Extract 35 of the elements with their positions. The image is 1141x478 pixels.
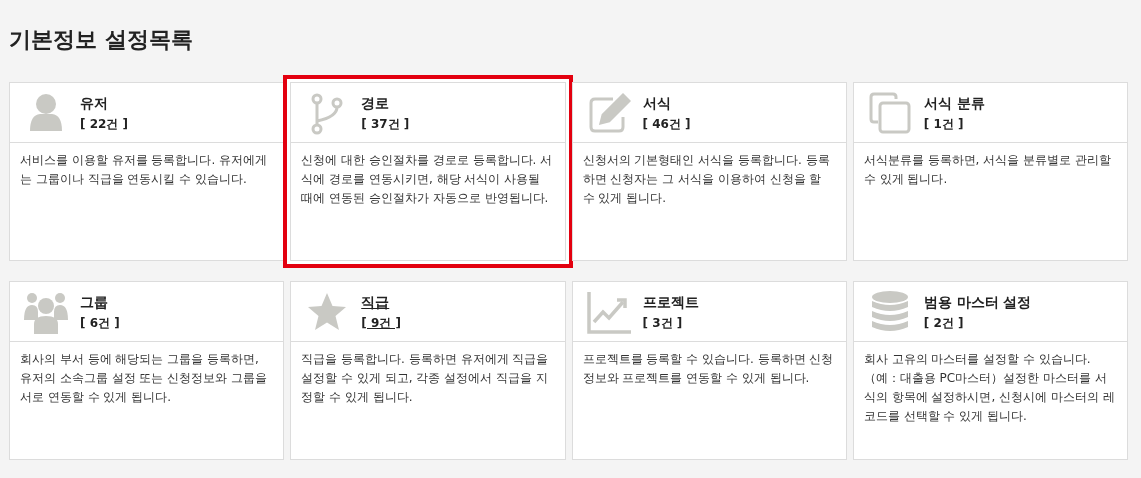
chart-icon [586, 289, 631, 334]
card-description: 서비스를 이용할 유저를 등록합니다. 유저에게는 그룹이나 직급을 연동시킬 수 있습니다. [19, 152, 269, 188]
item-count: [ 9건 ] [361, 314, 401, 331]
card-title: 서식 [642, 93, 672, 112]
card-title: 유저 [80, 93, 109, 112]
card-title: 직급 [361, 292, 391, 311]
card-description: 회사 고유의 마스터를 설정할 수 있습니다.（예：대출용 PC마스터）설정한 마스터를 서식의 항목에 설정하시면, 신청시에 마스터의 레코드를 선택할 수 있게 됩니다. [862, 351, 1116, 425]
copy-icon [867, 90, 912, 135]
card-title: 서식 분류 [923, 93, 985, 112]
item-count: [ 46건 ] [642, 115, 691, 132]
item-count: [ 1건 ] [923, 115, 965, 132]
item-count: [ 22건 ] [80, 115, 129, 132]
item-count: [ 3건 ] [642, 314, 684, 331]
setting-card[interactable]: 서식 [ 46건 ] 신청서의 기본형태인 서식을 등록합니다. 등록하면 신청자는 그 서식을 이용하여 신청을 할 수 있게 됩니다. [571, 82, 847, 261]
item-count: [ 2건 ] [923, 314, 965, 331]
card-description: 신청에 대한 승인절차를 경로로 등록합니다. 서식에 경로를 연동시키면, 해당 서식이 사용될 때에 연동된 승인절차가 자동으로 반영됩니다. [300, 152, 554, 207]
setting-card[interactable]: 경로 [ 37건 ] 신청에 대한 승인절차를 경로로 등록합니다. 서식에 경로를 연동시키면, 해당 서식이 사용될 때에 연동된 승인절차가 자동으로 반영됩니다. [283, 75, 573, 268]
setting-card[interactable]: 범용 마스터 설정 [ 2건 ] 회사 고유의 마스터를 설정할 수 있습니다.（예：대출용 PC마스터）설정한 마스터를 서식의 항목에 설정하시면, 신청시에 마스터의 레코드를 선택할 수 있게 됩니다. [852, 281, 1128, 460]
card-title: 경로 [361, 93, 391, 112]
setting-card[interactable]: 서식 분류 [ 1건 ] 서식분류를 등록하면, 서식을 분류별로 관리할 수 있게 됩니다. [852, 82, 1128, 261]
page-title: 기본정보 설정목록 [9, 26, 194, 54]
card-title: 범용 마스터 설정 [923, 292, 1032, 311]
card-description: 프로젝트를 등록할 수 있습니다. 등록하면 신청정보와 프로젝트를 연동할 수 있게 됩니다. [581, 351, 835, 387]
card-title: 프로젝트 [642, 292, 699, 311]
setting-card[interactable]: 유저 [ 22건 ] 서비스를 이용할 유저를 등록합니다. 유저에게는 그룹이나 직급을 연동시킬 수 있습니다. [9, 82, 285, 261]
card-description: 직급을 등록합니다. 등록하면 유저에게 직급을 설정할 수 있게 되고, 각종 설정에서 직급을 지정할 수 있게 됩니다. [300, 351, 550, 406]
setting-card[interactable]: 직급 [ 9건 ] 직급을 등록합니다. 등록하면 유저에게 직급을 설정할 수 있게 되고, 각종 설정에서 직급을 지정할 수 있게 됩니다. [290, 281, 566, 460]
item-count: [ 37건 ] [361, 115, 410, 132]
card-description: 서식분류를 등록하면, 서식을 분류별로 관리할 수 있게 됩니다. [862, 152, 1112, 188]
setting-card[interactable]: 프로젝트 [ 3건 ] 프로젝트를 등록할 수 있습니다. 등록하면 신청정보와 프로젝트를 연동할 수 있게 됩니다. [571, 281, 847, 460]
card-title: 그룹 [80, 292, 109, 311]
card-description: 신청서의 기본형태인 서식을 등록합니다. 등록하면 신청자는 그 서식을 이용하여 신청을 할 수 있게 됩니다. [581, 152, 831, 207]
card-description: 회사의 부서 등에 해당되는 그룹을 등록하면, 유저의 소속그룹 설정 또는 신청정보와 그룹을 서로 연동할 수 있게 됩니다. [19, 351, 269, 406]
item-count: [ 6건 ] [80, 314, 120, 331]
setting-card[interactable]: 그룹 [ 6건 ] 회사의 부서 등에 해당되는 그룹을 등록하면, 유저의 소속그룹 설정 또는 신청정보와 그룹을 서로 연동할 수 있게 됩니다. [9, 281, 285, 460]
